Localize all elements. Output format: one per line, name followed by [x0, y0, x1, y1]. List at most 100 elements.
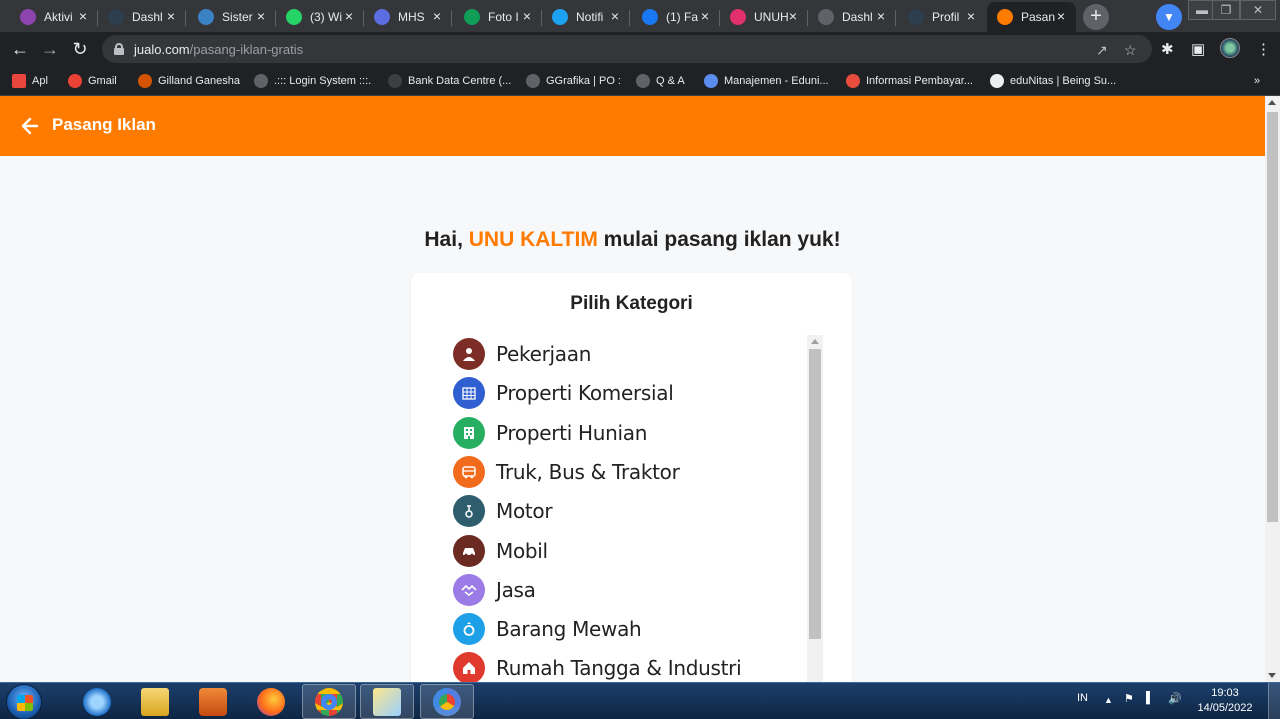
menu-icon[interactable]: ⋮ [1256, 40, 1271, 58]
share-icon[interactable]: ↗ [1096, 42, 1108, 59]
browser-tab-title: Dashl [842, 10, 873, 24]
browser-tab[interactable]: Dashl × [98, 2, 186, 32]
scrollbar-thumb[interactable] [809, 349, 821, 639]
close-tab-icon[interactable]: × [430, 9, 444, 23]
category-item[interactable]: Jasa [453, 573, 793, 607]
scroll-down-icon[interactable] [1268, 673, 1276, 678]
browser-tab[interactable]: Dashl × [808, 2, 896, 32]
close-tab-icon[interactable]: × [342, 9, 356, 23]
close-tab-icon[interactable]: × [1054, 9, 1068, 23]
reload-button[interactable]: ↻ [68, 37, 92, 61]
browser-tab-title: Aktivi [44, 10, 73, 24]
browser-tab[interactable]: Sister × [188, 2, 276, 32]
bookmark-item[interactable]: Gilland Ganesha [138, 72, 240, 90]
close-tab-icon[interactable]: × [874, 9, 888, 23]
language-indicator[interactable]: IN [1077, 692, 1088, 704]
browser-tab-title: Profil [932, 10, 960, 24]
category-item[interactable]: Properti Hunian [453, 416, 793, 450]
taskbar-chrome[interactable] [302, 684, 356, 719]
more-bookmarks-icon[interactable]: » [1254, 72, 1260, 90]
category-item[interactable]: Pekerjaan [453, 337, 793, 371]
browser-tab[interactable]: Profil × [898, 2, 986, 32]
bookmark-star-icon[interactable]: ☆ [1124, 42, 1137, 59]
page-scrollbar[interactable] [1265, 96, 1280, 682]
profile-avatar[interactable] [1220, 38, 1240, 58]
bookmark-item[interactable]: Q & A [636, 72, 685, 90]
browser-tab-title: Foto I [488, 10, 519, 24]
browser-tab[interactable]: (3) Wi × [276, 2, 364, 32]
bookmark-item[interactable]: eduNitas | Being Su... [990, 72, 1116, 90]
restore-button[interactable]: ❐ [1212, 0, 1240, 20]
scrollbar-thumb[interactable] [1267, 112, 1278, 522]
category-item[interactable]: Barang Mewah [453, 612, 793, 646]
browser-tab[interactable]: Pasan × [987, 2, 1076, 32]
address-bar[interactable]: jualo.com/pasang-iklan-gratis ↗ ☆ [102, 35, 1152, 63]
start-button[interactable] [6, 684, 42, 719]
apartment-icon [453, 416, 485, 449]
browser-tab[interactable]: Aktivi × [10, 2, 98, 32]
taskbar-chrome-profile[interactable] [420, 684, 474, 719]
bookmark-item[interactable]: Apl [12, 72, 48, 90]
bookmark-label: Q & A [656, 75, 685, 87]
browser-tab-strip: Aktivi × Dashl × Sister × (3) Wi × MHS × Foto I × No… [0, 0, 1280, 32]
close-window-button[interactable]: ✕ [1240, 0, 1276, 20]
aktivitas-favicon [20, 9, 36, 25]
close-tab-icon[interactable]: × [698, 9, 712, 23]
bookmark-item[interactable]: Manajemen - Eduni... [704, 72, 829, 90]
bookmark-item[interactable]: Gmail [68, 72, 117, 90]
taskbar-internet-explorer[interactable] [70, 684, 124, 719]
bookmark-favicon-icon [388, 74, 402, 88]
category-item[interactable]: Mobil [453, 534, 793, 568]
category-label: Properti Komersial [496, 381, 674, 406]
new-tab-button[interactable]: + [1083, 4, 1109, 30]
side-panel-icon[interactable]: ▣ [1191, 40, 1205, 58]
network-signal-icon[interactable]: ▌ [1146, 692, 1154, 704]
volume-icon[interactable]: 🔊 [1168, 692, 1182, 705]
house-icon [453, 652, 485, 685]
close-tab-icon[interactable]: × [786, 9, 800, 23]
bookmark-favicon-icon [526, 74, 540, 88]
taskbar-explorer-window[interactable] [360, 684, 414, 719]
close-tab-icon[interactable]: × [164, 9, 178, 23]
forward-button[interactable]: → [38, 37, 62, 61]
category-item[interactable]: Properti Komersial [453, 376, 793, 410]
bookmark-item[interactable]: Informasi Pembayar... [846, 72, 973, 90]
category-item[interactable]: Motor [453, 494, 793, 528]
bookmark-favicon-icon [254, 74, 268, 88]
browser-tab[interactable]: (1) Fa × [632, 2, 720, 32]
lock-icon [114, 43, 124, 55]
close-tab-icon[interactable]: × [964, 9, 978, 23]
browser-tab[interactable]: MHS × [364, 2, 452, 32]
category-list-scrollbar[interactable] [807, 335, 823, 695]
greeting-prefix: Hai, [424, 228, 469, 251]
extensions-icon[interactable]: ✱ [1161, 40, 1174, 58]
browser-tab[interactable]: Notifi × [542, 2, 630, 32]
action-center-flag-icon[interactable]: ⚑ [1124, 692, 1134, 705]
scroll-up-icon[interactable] [1268, 100, 1276, 105]
taskbar-media-player[interactable] [186, 684, 240, 719]
bookmark-favicon-icon [990, 74, 1004, 88]
browser-tab[interactable]: UNUH × [720, 2, 808, 32]
browser-tab[interactable]: Foto I × [454, 2, 542, 32]
bookmark-item[interactable]: GGrafika | PO : [526, 72, 621, 90]
bookmark-label: Bank Data Centre (... [408, 75, 512, 87]
tab-search-button[interactable]: ▼ [1156, 4, 1182, 30]
bus-icon [453, 455, 485, 488]
close-tab-icon[interactable]: × [254, 9, 268, 23]
taskbar-file-explorer[interactable] [128, 684, 182, 719]
close-tab-icon[interactable]: × [608, 9, 622, 23]
category-item[interactable]: Truk, Bus & Traktor [453, 455, 793, 489]
show-desktop-button[interactable] [1268, 683, 1280, 719]
close-tab-icon[interactable]: × [76, 9, 90, 23]
close-tab-icon[interactable]: × [520, 9, 534, 23]
car-icon [453, 534, 485, 567]
back-arrow-icon[interactable] [20, 114, 40, 138]
system-clock[interactable]: 19:03 14/05/2022 [1190, 686, 1260, 716]
back-button[interactable]: ← [8, 37, 32, 61]
bookmark-item[interactable]: .::: Login System :::. [254, 72, 371, 90]
show-hidden-icons-icon[interactable]: ▲ [1104, 695, 1113, 705]
taskbar-firefox[interactable] [244, 684, 298, 719]
scroll-up-icon[interactable] [811, 339, 819, 344]
category-item[interactable]: Rumah Tangga & Industri [453, 651, 793, 685]
bookmark-item[interactable]: Bank Data Centre (... [388, 72, 511, 90]
